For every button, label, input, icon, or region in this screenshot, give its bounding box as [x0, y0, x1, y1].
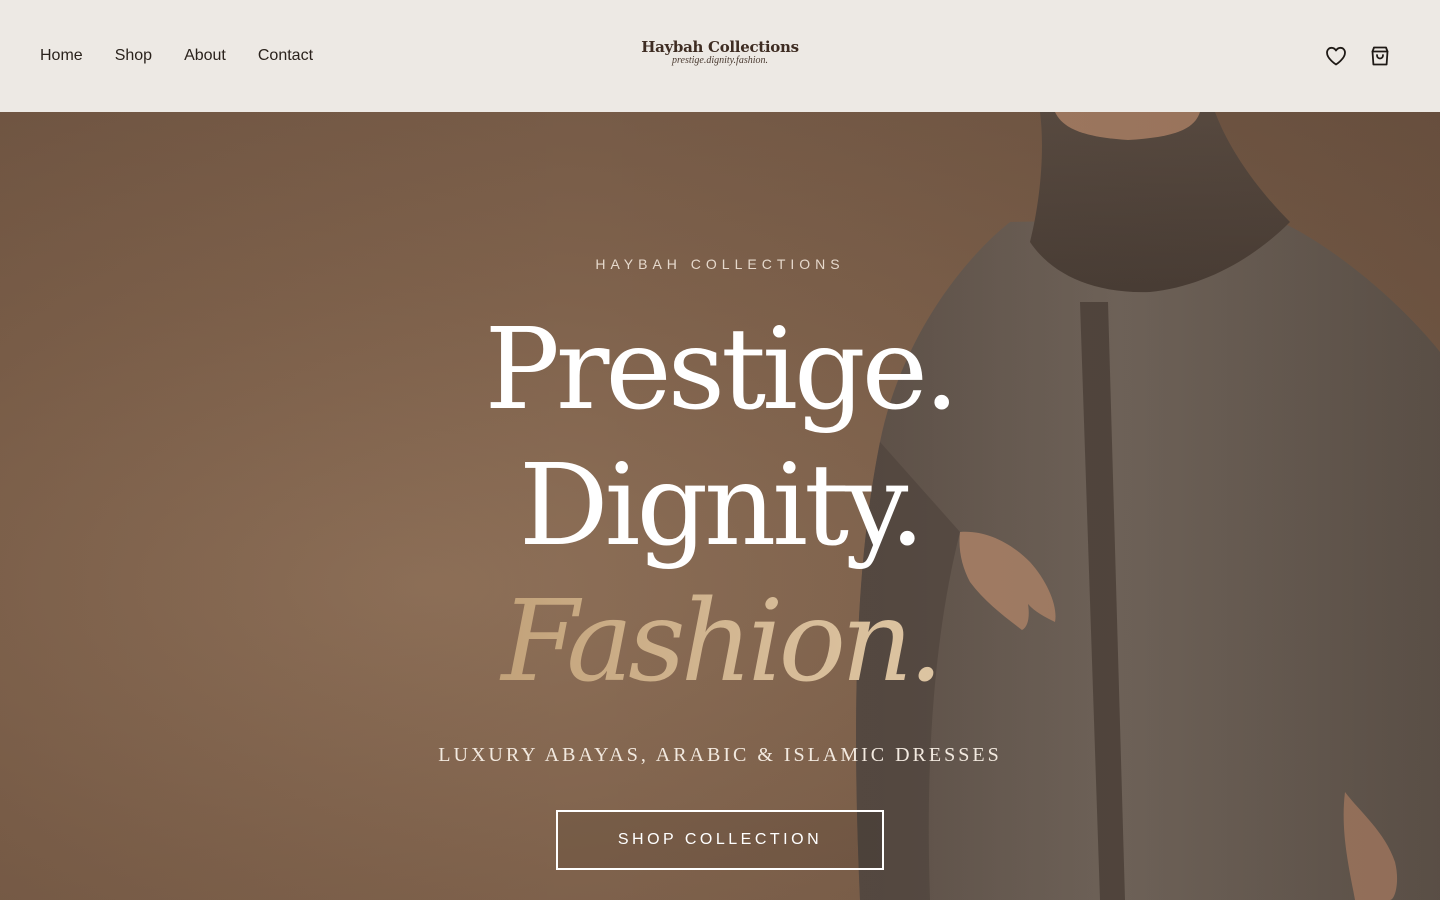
- wishlist-button[interactable]: [1324, 44, 1348, 68]
- main-nav: Home Shop About Contact: [40, 0, 345, 112]
- headline-line-fashion: Fashion.: [370, 574, 1070, 710]
- shop-collection-label: SHOP COLLECTION: [617, 831, 823, 848]
- site-header: Home Shop About Contact Haybah Collectio…: [0, 0, 1440, 112]
- hero-headline: Prestige. Dignity. Fashion.: [370, 302, 1070, 710]
- headline-line-prestige: Prestige.: [484, 305, 959, 435]
- shop-collection-button[interactable]: SHOP COLLECTION: [556, 810, 884, 870]
- brand-tagline: prestige.dignity.fashion.: [671, 55, 768, 66]
- headline-line-dignity: Dignity.: [518, 441, 925, 571]
- hero-banner: HAYBAH COLLECTIONS Prestige. Dignity. Fa…: [0, 112, 1440, 900]
- header-actions: [1304, 0, 1392, 112]
- hero-subline: LUXURY ABAYAS, ARABIC & ISLAMIC DRESSES: [438, 744, 1002, 766]
- nav-about[interactable]: About: [184, 47, 226, 65]
- cart-button[interactable]: [1368, 44, 1392, 68]
- hero-eyebrow: HAYBAH COLLECTIONS: [595, 256, 845, 272]
- heart-icon: [1326, 46, 1346, 66]
- shopping-bag-icon: [1371, 46, 1389, 66]
- nav-shop[interactable]: Shop: [115, 47, 152, 65]
- nav-contact[interactable]: Contact: [258, 47, 313, 65]
- nav-home[interactable]: Home: [40, 47, 83, 65]
- brand-name: Haybah Collections: [641, 38, 799, 56]
- brand-logo[interactable]: Haybah Collections prestige.dignity.fash…: [620, 40, 820, 66]
